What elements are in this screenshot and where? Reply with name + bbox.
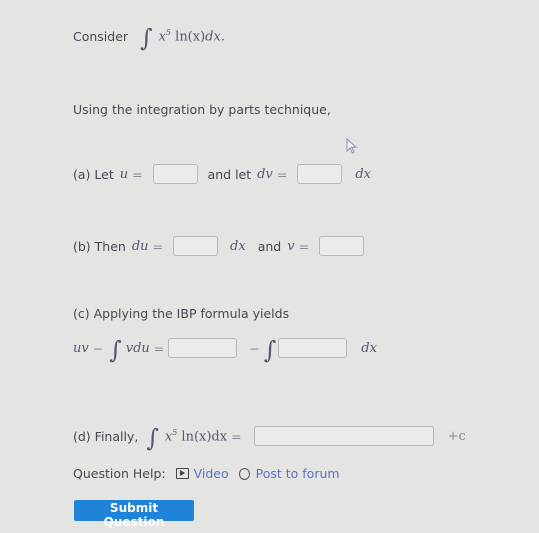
- chat-bubble-icon: [238, 467, 250, 480]
- consider-label: Consider: [73, 28, 129, 44]
- integral-sign: ∫: [263, 336, 277, 364]
- and-let-label: and let: [207, 166, 252, 182]
- instruction: Using the integration by parts technique…: [73, 102, 331, 117]
- instruction-text: Using the integration by parts technique…: [73, 102, 331, 117]
- integrand: x5 ln(x)dx.: [159, 28, 225, 44]
- problem-statement: Consider ∫ x5 ln(x)dx.: [73, 22, 225, 52]
- uv-term: uv: [73, 340, 89, 356]
- equals-sign: =: [276, 166, 288, 182]
- integrand-fn: ln(x)dx: [181, 429, 228, 445]
- dv-variable: dv: [257, 166, 273, 182]
- dx-label: dx: [355, 166, 371, 182]
- u-variable: u: [119, 166, 129, 182]
- mouse-cursor-icon: [346, 138, 358, 154]
- equals-sign: =: [298, 238, 310, 254]
- part-a-label: (a) Let: [73, 166, 114, 182]
- part-d: (d) Finally, ∫ x5 ln(x)dx = +c: [73, 422, 466, 452]
- part-a: (a) Let u = and let dv = dx: [73, 164, 371, 184]
- vdu-term: vdu: [125, 340, 150, 356]
- post-to-forum-link[interactable]: Post to forum: [238, 466, 340, 481]
- integrand-fn: ln(x): [175, 29, 206, 45]
- question-help-label: Question Help:: [73, 466, 166, 481]
- equals-sign: =: [132, 166, 143, 182]
- video-link[interactable]: Video: [175, 466, 229, 481]
- part-c-label: (c) Applying the IBP formula yields: [73, 306, 290, 321]
- equals-sign: =: [153, 340, 165, 356]
- question-help: Question Help: Video Post to forum: [73, 466, 340, 481]
- constant-label: +c: [447, 428, 466, 444]
- integrand-exponent: 5: [172, 427, 178, 437]
- v-input[interactable]: [319, 236, 365, 256]
- v-variable: v: [287, 238, 295, 254]
- integral-sign: ∫: [109, 336, 122, 364]
- integrand-base: x: [158, 29, 166, 45]
- dx-label: dx: [230, 238, 246, 254]
- minus-sign: −: [92, 340, 104, 356]
- part-c-formula: uv − ∫ vdu = − ∫ dx: [73, 334, 377, 364]
- and-label: and: [257, 238, 282, 254]
- final-answer-input[interactable]: [253, 426, 434, 446]
- minus-sign: −: [249, 340, 260, 356]
- part-b-label: (b) Then: [73, 238, 126, 254]
- integrand: x5 ln(x)dx: [165, 428, 227, 444]
- post-to-forum-label: Post to forum: [255, 466, 340, 481]
- submit-question-button[interactable]: Submit Question: [74, 500, 194, 529]
- dx-label: dx: [361, 340, 377, 356]
- dv-input[interactable]: [297, 164, 343, 184]
- du-input[interactable]: [173, 236, 219, 256]
- equals-sign: =: [231, 428, 242, 444]
- part-d-label: (d) Finally,: [73, 428, 139, 444]
- u-input[interactable]: [152, 164, 198, 184]
- part-c-heading: (c) Applying the IBP formula yields: [73, 306, 289, 321]
- uv-input[interactable]: [168, 338, 238, 358]
- integral-sign: ∫: [146, 424, 159, 452]
- equals-sign: =: [152, 238, 164, 254]
- integral-sign: ∫: [140, 24, 153, 52]
- part-b: (b) Then du = dx and v =: [73, 236, 365, 256]
- integrand-input[interactable]: [278, 338, 348, 358]
- video-icon: [175, 468, 189, 479]
- integrand-diff: dx.: [205, 29, 225, 45]
- du-variable: du: [131, 238, 149, 254]
- integrand-exponent: 5: [165, 27, 172, 37]
- video-link-label: Video: [193, 466, 229, 481]
